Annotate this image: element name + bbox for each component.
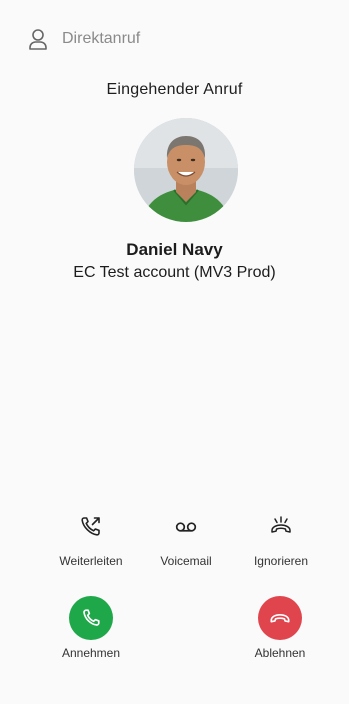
incoming-call-title: Eingehender Anruf <box>106 81 243 98</box>
direct-call-header: Direktanruf <box>28 28 140 50</box>
call-forward-icon <box>81 517 100 536</box>
decline-circle[interactable] <box>258 596 302 640</box>
ignore-button[interactable]: Ignorieren <box>226 514 336 568</box>
forward-button[interactable]: Weiterleiten <box>36 514 146 568</box>
decline-button[interactable]: Ablehnen <box>225 596 335 660</box>
caller-avatar <box>134 118 238 222</box>
accept-label: Annehmen <box>61 646 121 660</box>
ignore-label: Ignorieren <box>253 554 309 568</box>
user-icon <box>29 29 47 50</box>
voicemail-button[interactable]: Voicemail <box>131 514 241 568</box>
caller-name: Daniel Navy <box>126 240 223 259</box>
voicemail-icon <box>175 522 197 532</box>
caller-account: EC Test account (MV3 Prod) <box>73 264 276 281</box>
header-label: Direktanruf <box>62 30 141 47</box>
ignore-icon <box>271 516 291 533</box>
accept-button[interactable]: Annehmen <box>36 596 146 660</box>
phone-icon <box>83 609 100 626</box>
hang-up-icon <box>270 613 290 623</box>
accept-circle[interactable] <box>69 596 113 640</box>
forward-label: Weiterleiten <box>59 554 123 568</box>
voicemail-label: Voicemail <box>160 554 212 568</box>
decline-label: Ablehnen <box>254 646 306 660</box>
